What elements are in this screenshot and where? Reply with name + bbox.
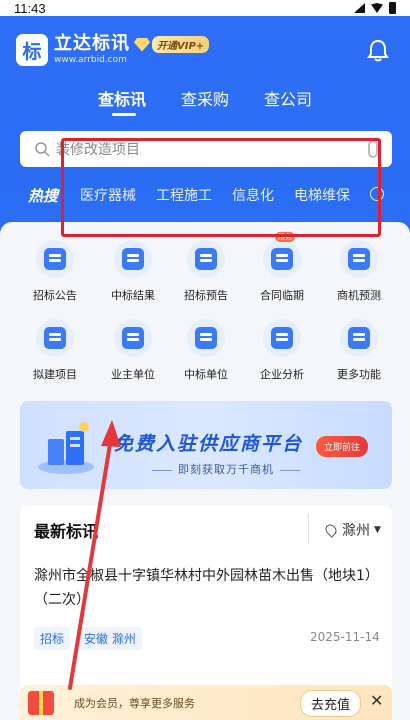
app-domain: www.arrbid.com (54, 55, 127, 65)
top-nav: 查标讯 查采购 查公司 (0, 86, 410, 116)
battery-icon (389, 2, 396, 14)
bell-icon[interactable] (365, 38, 391, 64)
more-functions-icon (340, 319, 378, 357)
grid-item-enterprise-analysis[interactable]: 企业分析 (247, 319, 317, 382)
active-tab-indicator (112, 113, 136, 116)
promo-text: 成为会员，尊享更多服务 (74, 696, 195, 710)
status-bar: 11:43 (0, 0, 410, 16)
vip-badge[interactable]: 开通VIP+ (134, 36, 210, 53)
recharge-button[interactable]: 去充值 (300, 690, 362, 717)
supplier-platform-illustration (38, 422, 94, 474)
news-item-date: 2025-11-14 (310, 630, 380, 644)
app-logo: 标 (16, 34, 48, 66)
bid-notice-icon (36, 240, 74, 278)
banner-subtitle: 即刻获取万千商机 (146, 461, 306, 477)
grid-item-label: 拟建项目 (33, 368, 77, 381)
diamond-icon (134, 37, 150, 52)
grid-item-contract-expiry[interactable]: 限免 合同临期 (247, 232, 317, 303)
location-selector[interactable]: 滁州 ▼ (323, 520, 381, 540)
gift-icon (28, 690, 54, 715)
location-pin-icon (323, 522, 339, 538)
grid-item-label: 业主单位 (111, 368, 155, 381)
status-icons (354, 2, 396, 14)
grid-item-opportunity-forecast[interactable]: 商机预测 (324, 240, 394, 303)
supplier-banner[interactable]: 免费入驻供应商平台 即刻获取万千商机 立即前往 (20, 401, 392, 489)
grid-item-label: 更多功能 (337, 368, 381, 381)
grid-item-label: 企业分析 (260, 368, 304, 381)
banner-go-button[interactable]: 立即前往 (316, 436, 369, 457)
grid-item-label: 合同临期 (260, 289, 304, 302)
grid-item-label: 招标预告 (184, 289, 228, 302)
news-heading: 最新标讯 (34, 522, 99, 541)
location-label: 滁州 (342, 523, 370, 539)
wifi-icon (371, 3, 383, 13)
winning-unit-icon (187, 319, 225, 357)
bid-forecast-icon (187, 240, 225, 278)
vip-label: 开通VIP+ (152, 36, 210, 53)
grid-item-owner-unit[interactable]: 业主单位 (98, 319, 168, 382)
grid-item-label: 招标公告 (33, 289, 77, 302)
grid-item-label: 商机预测 (337, 289, 381, 302)
highlight-box (61, 138, 381, 237)
enterprise-analysis-icon (263, 319, 301, 357)
close-icon[interactable]: ✕ (370, 691, 383, 710)
grid-item-more-functions[interactable]: 更多功能 (324, 319, 394, 382)
membership-promo-bar: 成为会员，尊享更多服务 去充值 ✕ (20, 685, 392, 720)
grid-item-bid-forecast[interactable]: 招标预告 (171, 240, 241, 303)
caret-down-icon: ▼ (374, 525, 381, 535)
tab-search-procurement[interactable]: 查采购 (181, 86, 229, 110)
planned-project-icon (36, 319, 74, 357)
search-icon (35, 142, 50, 157)
hot-search-label: 热搜 (28, 186, 59, 205)
grid-item-bid-notice[interactable]: 招标公告 (20, 240, 90, 303)
grid-item-planned-project[interactable]: 拟建项目 (20, 319, 90, 382)
news-divider (308, 514, 309, 544)
tab-search-bids[interactable]: 查标讯 (98, 86, 146, 110)
signal-icon (354, 3, 365, 13)
grid-item-winning-unit[interactable]: 中标单位 (171, 319, 241, 382)
news-tag: 招标 (34, 627, 71, 650)
news-item-tags: 招标 安徽 滁州 (34, 627, 142, 650)
grid-item-label: 中标结果 (111, 289, 155, 302)
grid-item-award-result[interactable]: 中标结果 (98, 240, 168, 303)
owner-unit-icon (114, 319, 152, 357)
news-item-title[interactable]: 滁州市全椒县十字镇华林村中外园林苗木出售（地块1）（二次） (34, 564, 379, 612)
award-result-icon (114, 240, 152, 278)
contract-expiry-icon (263, 240, 301, 278)
tab-search-company[interactable]: 查公司 (264, 86, 312, 110)
app-brand: 标 立达标讯 www.arrbid.com (16, 34, 130, 66)
grid-item-label: 中标单位 (184, 368, 228, 381)
news-tag: 安徽 滁州 (78, 627, 142, 650)
banner-title: 免费入驻供应商平台 (114, 433, 304, 455)
opportunity-forecast-icon (340, 240, 378, 278)
status-time: 11:43 (14, 0, 46, 16)
app-name: 立达标讯 (54, 33, 130, 54)
